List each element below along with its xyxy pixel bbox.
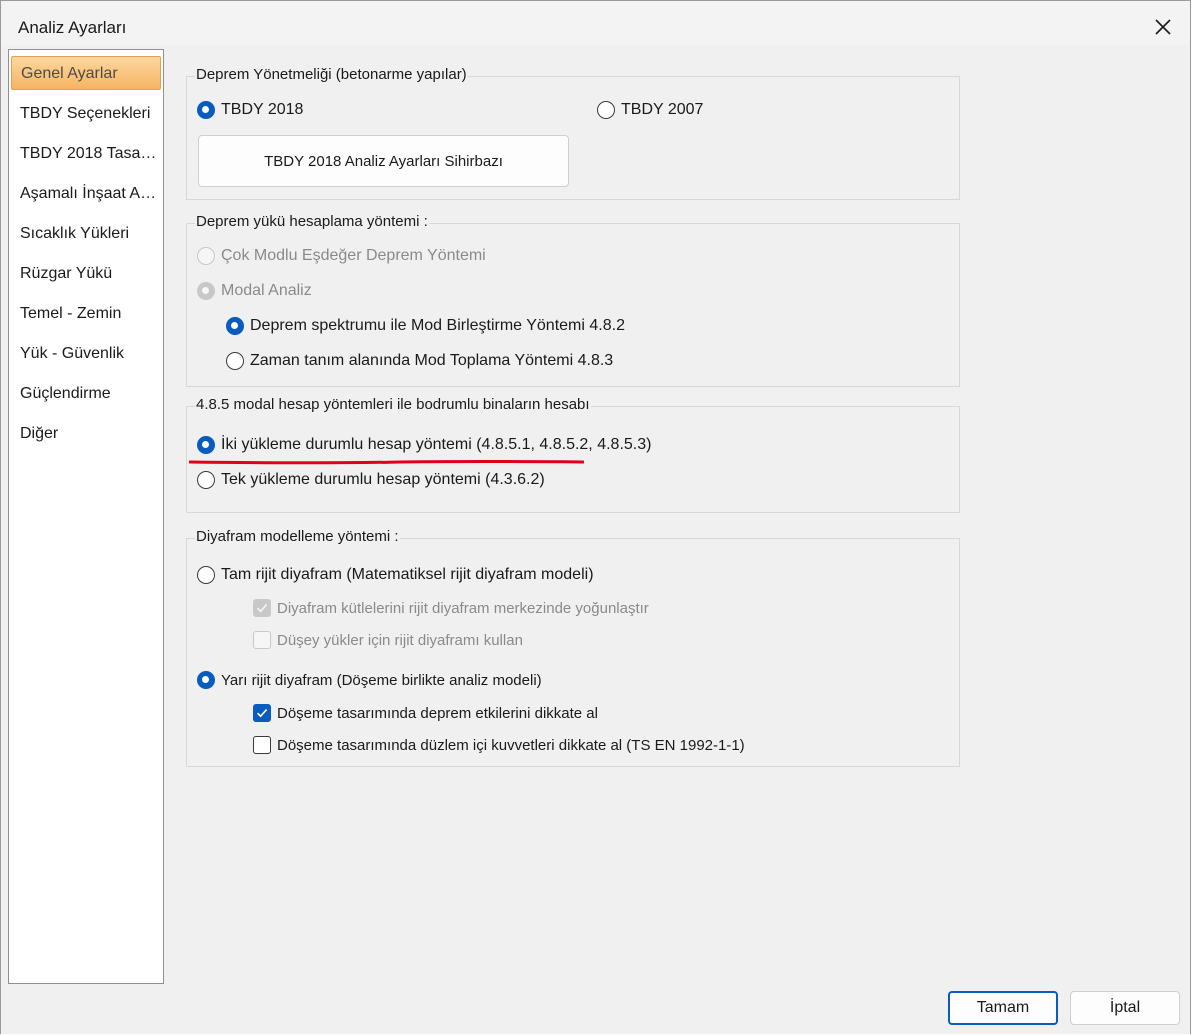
sidebar-item-diger[interactable]: Diğer <box>11 417 161 451</box>
red-underline-annotation <box>189 459 584 465</box>
concentrate-mass-checkbox[interactable]: Diyafram kütlelerini rijit diyafram merk… <box>253 599 649 617</box>
load-method-group: Deprem yükü hesaplama yöntemi : Çok Modl… <box>186 213 960 387</box>
radio-indicator <box>197 566 215 584</box>
diaphragm-group: Diyafram modelleme yöntemi : Tam rijit d… <box>186 528 960 767</box>
radio-indicator <box>197 247 215 265</box>
analysis-settings-dialog: Analiz Ayarları Genel Ayarlar TBDY Seçen… <box>0 0 1191 1034</box>
checkmark-icon <box>256 604 268 613</box>
sidebar-item-guclendirme[interactable]: Güçlendirme <box>11 377 161 411</box>
time-history-radio[interactable]: Zaman tanım alanında Mod Toplama Yöntemi… <box>226 352 613 370</box>
option-label: TBDY 2018 <box>221 101 304 118</box>
sidebar-item-tbdy-secenekleri[interactable]: TBDY Seçenekleri <box>11 97 161 131</box>
checkbox-indicator <box>253 599 271 617</box>
option-label: Döşeme tasarımında deprem etkilerini dik… <box>277 704 598 722</box>
basement-legend: 4.8.5 modal hesap yöntemleri ile bodruml… <box>195 396 591 413</box>
checkmark-icon <box>256 709 268 718</box>
option-label: Yarı rijit diyafram (Döşeme birlikte ana… <box>221 671 542 689</box>
checkbox-indicator <box>253 736 271 754</box>
close-button[interactable] <box>1142 9 1184 45</box>
dialog-footer: Tamam İptal <box>1 984 1190 1034</box>
slab-inplane-forces-checkbox[interactable]: Döşeme tasarımında düzlem içi kuvvetleri… <box>253 736 745 754</box>
semi-rigid-diaphragm-radio[interactable]: Yarı rijit diyafram (Döşeme birlikte ana… <box>197 671 542 689</box>
spectrum-mode-superposition-radio[interactable]: Deprem spektrumu ile Mod Birleştirme Yön… <box>226 317 625 335</box>
window-title: Analiz Ayarları <box>18 18 127 37</box>
radio-indicator <box>226 352 244 370</box>
two-load-case-radio[interactable]: İki yükleme durumlu hesap yöntemi (4.8.5… <box>197 436 651 454</box>
option-label: Diyafram kütlelerini rijit diyafram merk… <box>277 599 649 617</box>
regulation-legend: Deprem Yönetmeliği (betonarme yapılar) <box>195 66 468 83</box>
radio-indicator <box>197 671 215 689</box>
rigid-diaphragm-radio[interactable]: Tam rijit diyafram (Matematiksel rijit d… <box>197 566 594 584</box>
checkbox-indicator <box>253 704 271 722</box>
sidebar-item-asamali-insaat[interactable]: Aşamalı İnşaat Analizi <box>11 177 161 211</box>
option-label: Zaman tanım alanında Mod Toplama Yöntemi… <box>250 352 614 369</box>
sidebar-item-temel-zemin[interactable]: Temel - Zemin <box>11 297 161 331</box>
radio-indicator <box>197 282 215 300</box>
checkbox-indicator <box>253 631 271 649</box>
tbdy-2007-radio[interactable]: TBDY 2007 <box>597 101 703 119</box>
option-label: Deprem spektrumu ile Mod Birleştirme Yön… <box>250 317 625 334</box>
sidebar-item-sicaklik-yukleri[interactable]: Sıcaklık Yükleri <box>11 217 161 251</box>
option-label: Modal Analiz <box>221 282 312 299</box>
sidebar-item-yuk-guvenlik[interactable]: Yük - Güvenlik <box>11 337 161 371</box>
regulation-group: Deprem Yönetmeliği (betonarme yapılar) T… <box>186 66 960 200</box>
option-label: İki yükleme durumlu hesap yöntemi (4.8.5… <box>221 436 652 453</box>
slab-seismic-effects-checkbox[interactable]: Döşeme tasarımında deprem etkilerini dik… <box>253 704 598 722</box>
option-label: Döşeme tasarımında düzlem içi kuvvetleri… <box>277 736 745 754</box>
ok-button[interactable]: Tamam <box>948 991 1058 1025</box>
equivalent-load-radio[interactable]: Çok Modlu Eşdeğer Deprem Yöntemi <box>197 247 486 265</box>
title-bar: Analiz Ayarları <box>1 1 1190 45</box>
option-label: Düşey yükler için rijit diyaframı kullan <box>277 631 523 649</box>
sidebar-item-genel-ayarlar[interactable]: Genel Ayarlar <box>11 56 161 90</box>
sidebar-item-ruzgar-yuku[interactable]: Rüzgar Yükü <box>11 257 161 291</box>
settings-panel: Deprem Yönetmeliği (betonarme yapılar) T… <box>166 49 1187 984</box>
cancel-button[interactable]: İptal <box>1070 991 1180 1025</box>
option-label: TBDY 2007 <box>621 101 704 118</box>
close-icon <box>1155 19 1171 35</box>
load-method-legend: Deprem yükü hesaplama yöntemi : <box>195 213 429 230</box>
tbdy-2018-radio[interactable]: TBDY 2018 <box>197 101 303 119</box>
option-label: Tek yükleme durumlu hesap yöntemi (4.3.6… <box>221 471 545 488</box>
radio-indicator <box>226 317 244 335</box>
option-label: Çok Modlu Eşdeğer Deprem Yöntemi <box>221 247 486 264</box>
radio-indicator <box>197 471 215 489</box>
vertical-loads-rigid-checkbox[interactable]: Düşey yükler için rijit diyaframı kullan <box>253 631 523 649</box>
option-label: Tam rijit diyafram (Matematiksel rijit d… <box>221 566 594 583</box>
settings-category-list: Genel Ayarlar TBDY Seçenekleri TBDY 2018… <box>8 49 164 984</box>
sidebar-item-tbdy-2018-tasarim[interactable]: TBDY 2018 Tasarım Ayarları <box>11 137 161 171</box>
modal-analysis-radio[interactable]: Modal Analiz <box>197 282 312 300</box>
diaphragm-legend: Diyafram modelleme yöntemi : <box>195 528 400 545</box>
tbdy-2018-wizard-button[interactable]: TBDY 2018 Analiz Ayarları Sihirbazı <box>198 135 569 187</box>
radio-indicator <box>197 101 215 119</box>
single-load-case-radio[interactable]: Tek yükleme durumlu hesap yöntemi (4.3.6… <box>197 471 545 489</box>
radio-indicator <box>597 101 615 119</box>
radio-indicator <box>197 436 215 454</box>
